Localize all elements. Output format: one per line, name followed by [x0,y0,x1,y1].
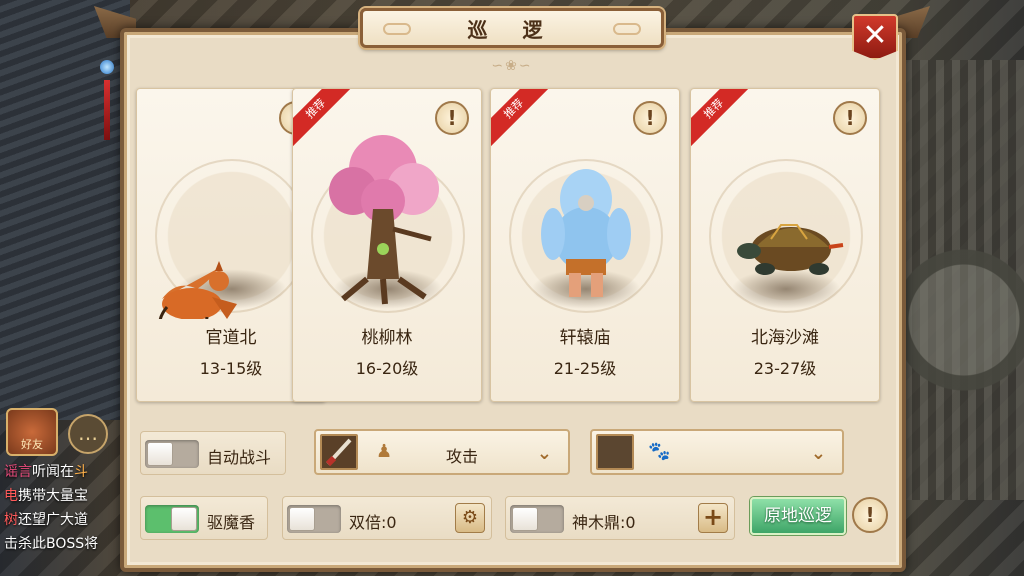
chat-line: 电携带大量宝 [4,488,88,504]
cloud-ornament-icon [613,23,641,35]
close-button[interactable]: ✕ [852,14,898,60]
yeti-monster-icon [541,169,631,297]
repel-incense-toggle[interactable] [145,505,199,533]
repel-incense-label: 驱魔香 [207,513,256,532]
gear-icon[interactable]: ⚙ [455,503,485,533]
auto-battle-label: 自动战斗 [207,448,272,467]
title-plate: 巡 逻 [360,8,664,48]
zone-level: 23-27级 [753,359,817,378]
empty-pet-slot [596,434,634,470]
info-button[interactable]: ! [633,101,667,135]
patrol-in-place-button[interactable]: 原地巡逻 [750,497,846,535]
zone-card-taoliulin[interactable]: 推荐 ! 桃柳林 16-20级 [292,88,482,402]
info-button[interactable]: ! [833,101,867,135]
plus-icon[interactable]: + [698,503,728,533]
zone-name: 北海沙滩 [751,328,819,348]
turtle-monster-icon [737,224,844,275]
divider-ornament-icon: ∽❀∽ [491,58,533,74]
friends-label: 好友 [21,438,43,451]
auto-battle-setting: 自动战斗 [140,431,286,475]
zone-card-xuanyuanmiao[interactable]: 推荐 ! 轩辕庙 21-25级 [490,88,680,402]
sword-skill-icon [320,434,358,470]
zone-level: 21-25级 [553,359,617,378]
person-icon: ♟ [376,441,393,462]
chevron-down-icon: ⌄ [810,443,826,464]
fox-icon [158,261,237,319]
zone-name: 轩辕庙 [559,328,611,348]
help-button[interactable]: ! [852,497,888,533]
shenmu-setting: 神木鼎:0 + [505,496,735,540]
pet-dropdown[interactable]: 🐾 ⌄ [590,429,844,475]
stone-courtyard-scenery [904,60,1024,500]
info-button[interactable]: ! [435,101,469,135]
chat-line: 击杀此BOSS将 [4,536,99,552]
jade-pendant-ornament [98,40,116,150]
skill-dropdown-value: 攻击 [446,447,479,466]
zone-card-beihaishatan[interactable]: 推荐 ! 北海沙滩 23-27级 [690,88,880,402]
chat-log: 谣言听闻在斗 电携带大量宝 树还望广大道 击杀此BOSS将 [4,460,128,572]
chat-line: 谣言听闻在斗 [4,464,88,480]
chat-bubble-icon[interactable]: … [68,414,108,454]
chevron-down-icon: ⌄ [536,443,552,464]
chat-line: 树还望广大道 [4,512,88,528]
repel-incense-setting: 驱魔香 [140,496,268,540]
zone-level: 16-20级 [355,359,419,378]
shenmu-toggle[interactable] [510,505,564,533]
paw-icon: 🐾 [648,441,671,462]
double-exp-label: 双倍:0 [349,513,397,532]
panel-title: 巡 逻 [467,17,557,42]
zone-name: 桃柳林 [361,328,413,348]
shenmu-label: 神木鼎:0 [572,513,636,532]
close-icon: ✕ [862,18,888,53]
double-exp-toggle[interactable] [287,505,341,533]
friends-button[interactable]: 好友 [6,408,58,456]
double-exp-setting: 双倍:0 ⚙ [282,496,492,540]
cloud-ornament-icon [383,23,411,35]
skill-dropdown[interactable]: ♟ 攻击 ⌄ [314,429,570,475]
auto-battle-toggle[interactable] [145,440,199,468]
tree-monster-icon [329,135,439,305]
